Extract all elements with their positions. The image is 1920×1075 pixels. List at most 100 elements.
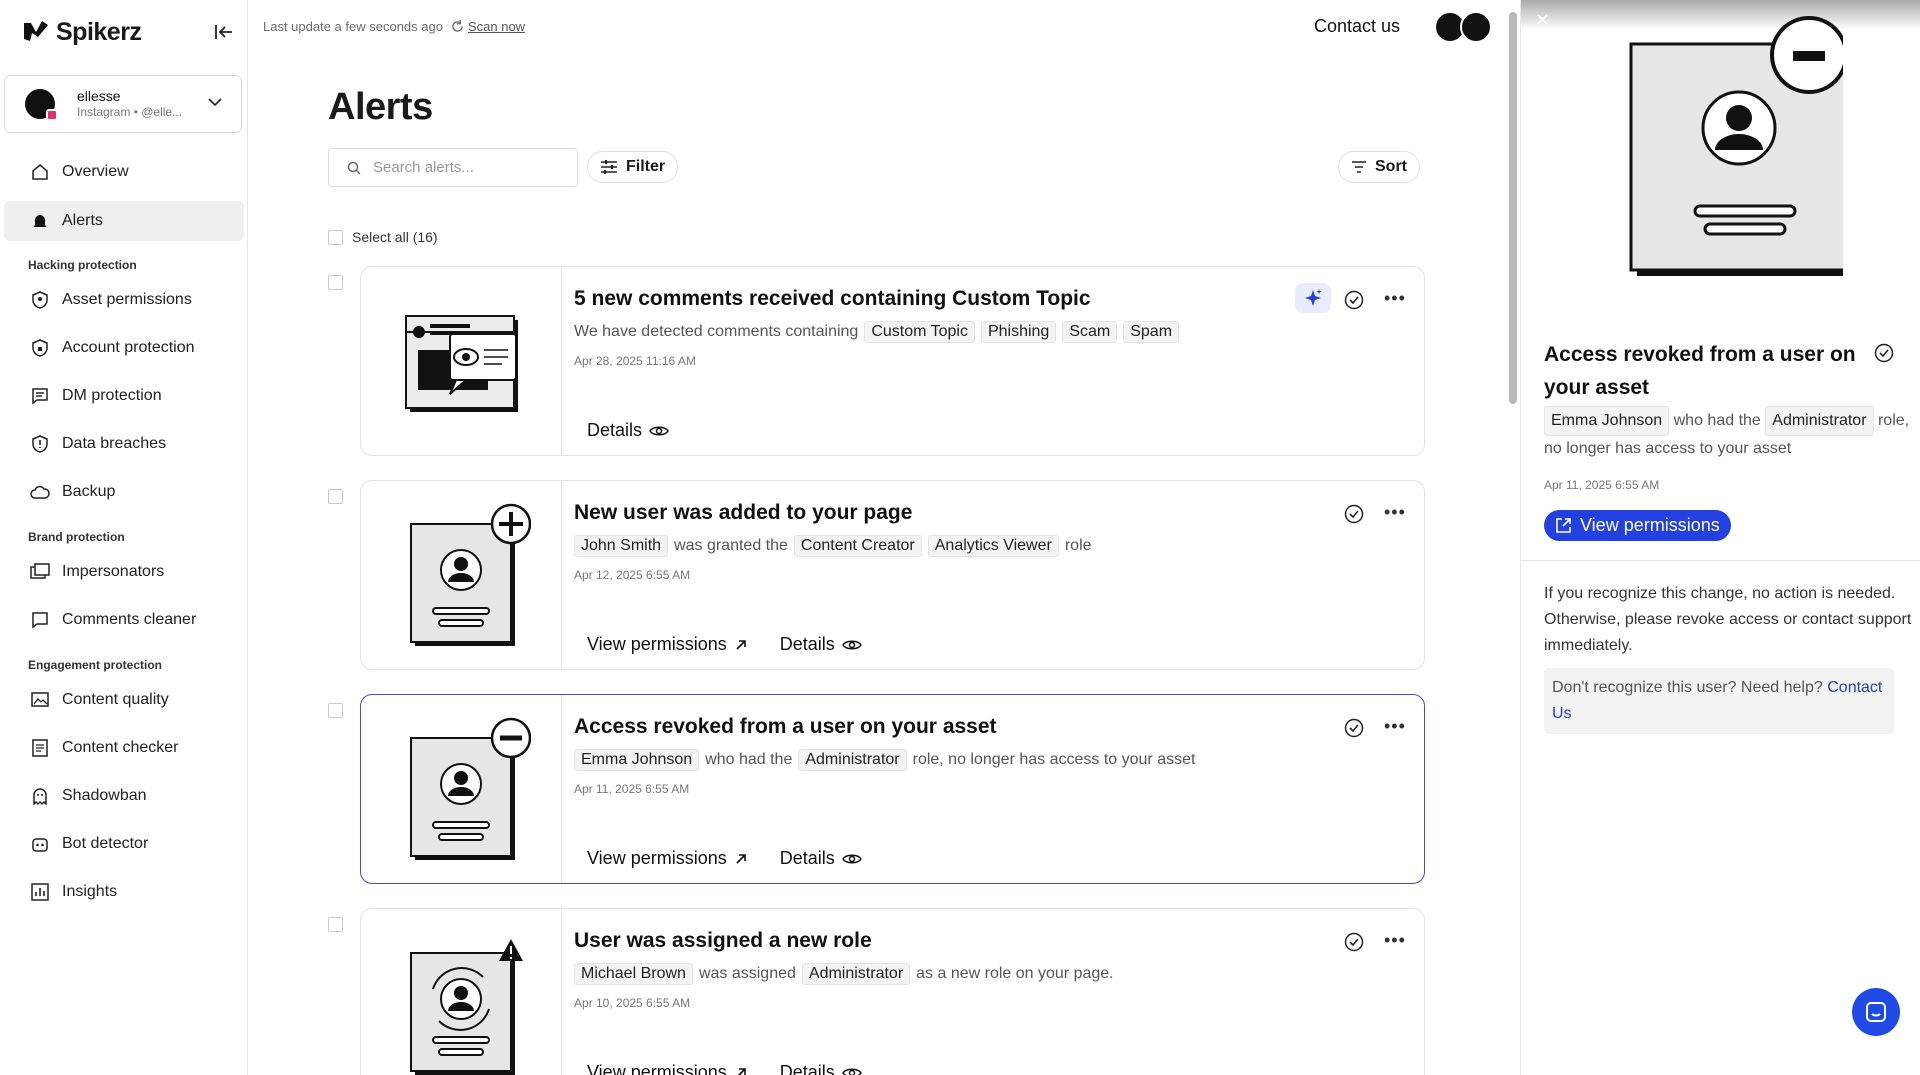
nav-overview[interactable]: Overview bbox=[4, 152, 244, 192]
view-permissions-link[interactable]: View permissions bbox=[587, 1062, 748, 1075]
panel-date: Apr 11, 2025 6:55 AM bbox=[1544, 478, 1660, 492]
nav-insights[interactable]: Insights bbox=[4, 872, 244, 912]
nav-bot-detector[interactable]: Bot detector bbox=[4, 824, 244, 864]
details-panel: ✕ Access revoked from a user on your ass… bbox=[1520, 0, 1920, 1075]
scrollbar-thumb[interactable] bbox=[1509, 12, 1517, 404]
alert-card-selected[interactable]: Access revoked from a user on your asset… bbox=[328, 694, 1425, 884]
sort-icon bbox=[1352, 161, 1366, 173]
mark-resolved-icon[interactable] bbox=[1344, 932, 1364, 952]
user-tag: Emma Johnson bbox=[574, 749, 700, 771]
bot-icon bbox=[30, 834, 50, 854]
alert-description: Emma Johnson who had the Administrator r… bbox=[574, 749, 1195, 771]
user-tag: John Smith bbox=[574, 535, 669, 557]
refresh-icon bbox=[452, 20, 463, 32]
image-icon bbox=[30, 690, 50, 710]
account-switcher[interactable]: ellesse Instagram • @elle... bbox=[4, 75, 242, 133]
sort-button[interactable]: Sort bbox=[1338, 151, 1420, 183]
page-title: Alerts bbox=[328, 86, 433, 128]
nav-shadowban[interactable]: Shadowban bbox=[4, 776, 244, 816]
nav-asset-permissions[interactable]: Asset permissions bbox=[4, 280, 244, 320]
panel-note: If you recognize this change, no action … bbox=[1544, 585, 1912, 654]
nav-alerts[interactable]: Alerts bbox=[4, 201, 244, 241]
row-checkbox[interactable] bbox=[328, 275, 343, 290]
nav-label: Overview bbox=[62, 163, 129, 180]
details-button[interactable]: Details bbox=[587, 420, 669, 441]
mark-resolved-icon[interactable] bbox=[1874, 343, 1894, 363]
home-icon bbox=[30, 162, 50, 182]
nav-account-protection[interactable]: Account protection bbox=[4, 328, 244, 368]
section-hacking-protection: Hacking protection bbox=[28, 258, 137, 272]
alert-actions: Details bbox=[587, 420, 669, 441]
view-permissions-link[interactable]: View permissions bbox=[587, 848, 748, 869]
alert-date: Apr 10, 2025 6:55 AM bbox=[574, 996, 691, 1010]
select-all[interactable]: Select all (16) bbox=[328, 229, 438, 245]
alert-card[interactable]: 5 new comments received containing Custo… bbox=[328, 266, 1425, 456]
mark-resolved-icon[interactable] bbox=[1344, 504, 1364, 524]
nav-content-checker[interactable]: Content checker bbox=[4, 728, 244, 768]
chevron-down-icon bbox=[208, 98, 222, 107]
account-avatars[interactable] bbox=[1434, 11, 1492, 43]
collapse-sidebar-icon[interactable] bbox=[212, 20, 236, 44]
chat-icon bbox=[1866, 1002, 1886, 1022]
nav-impersonators[interactable]: Impersonators bbox=[4, 552, 244, 592]
nav-content-quality[interactable]: Content quality bbox=[4, 680, 244, 720]
nav-label: Comments cleaner bbox=[62, 611, 197, 628]
nav-dm-protection[interactable]: DM protection bbox=[4, 376, 244, 416]
nav-comments-cleaner[interactable]: Comments cleaner bbox=[4, 600, 244, 640]
contact-us-link[interactable]: Contact us bbox=[1314, 16, 1400, 37]
more-options-icon[interactable]: ••• bbox=[1384, 288, 1406, 309]
details-button[interactable]: Details bbox=[780, 848, 862, 869]
mark-resolved-icon[interactable] bbox=[1344, 290, 1364, 310]
alert-text: as a new role on your page. bbox=[916, 965, 1114, 982]
details-button[interactable]: Details bbox=[780, 1062, 862, 1075]
access-revoked-illustration bbox=[361, 695, 562, 883]
close-icon[interactable]: ✕ bbox=[1535, 10, 1553, 30]
comment-clean-icon bbox=[30, 610, 50, 630]
user-added-illustration bbox=[361, 481, 562, 669]
document-check-icon bbox=[30, 738, 50, 758]
alert-title: User was assigned a new role bbox=[574, 929, 872, 952]
view-permissions-button[interactable]: View permissions bbox=[1544, 510, 1731, 541]
filter-button[interactable]: Filter bbox=[587, 151, 679, 183]
brand-logo[interactable]: Spikerz bbox=[22, 14, 142, 50]
nav-data-breaches[interactable]: Data breaches bbox=[4, 424, 244, 464]
ai-sparkle-button[interactable] bbox=[1295, 283, 1331, 313]
avatar bbox=[1460, 11, 1492, 43]
view-permissions-label: View permissions bbox=[587, 634, 727, 654]
nav-backup[interactable]: Backup bbox=[4, 472, 244, 512]
search-input[interactable] bbox=[373, 159, 563, 176]
more-options-icon[interactable]: ••• bbox=[1384, 716, 1406, 737]
shield-alert-icon bbox=[30, 434, 50, 454]
mark-resolved-icon[interactable] bbox=[1344, 718, 1364, 738]
tag: Phishing bbox=[980, 321, 1057, 343]
avatar bbox=[25, 89, 58, 121]
nav-label: Bot detector bbox=[62, 835, 149, 852]
row-checkbox[interactable] bbox=[328, 703, 343, 718]
details-label: Details bbox=[587, 420, 643, 440]
row-checkbox[interactable] bbox=[328, 917, 343, 932]
alert-card[interactable]: User was assigned a new role Michael Bro… bbox=[328, 908, 1425, 1075]
chat-support-button[interactable] bbox=[1852, 988, 1900, 1036]
message-icon bbox=[30, 386, 50, 406]
sort-label: Sort bbox=[1375, 158, 1407, 175]
alert-text: was granted the bbox=[674, 537, 788, 554]
alert-date: Apr 12, 2025 6:55 AM bbox=[574, 568, 691, 582]
role-tag: Administrator bbox=[801, 963, 911, 985]
alert-title: Access revoked from a user on your asset bbox=[574, 715, 997, 738]
alert-card[interactable]: New user was added to your page John Smi… bbox=[328, 480, 1425, 670]
details-label: Details bbox=[779, 848, 835, 868]
row-checkbox[interactable] bbox=[328, 489, 343, 504]
panel-description: Emma Johnson who had the Administrator r… bbox=[1544, 406, 1914, 462]
nav-label: Alerts bbox=[62, 212, 103, 229]
scan-now-link[interactable]: Scan now bbox=[451, 19, 525, 34]
instagram-icon bbox=[46, 109, 58, 121]
details-button[interactable]: Details bbox=[780, 634, 862, 655]
bar-chart-icon bbox=[30, 882, 50, 902]
sparkle-icon bbox=[1305, 289, 1322, 306]
more-options-icon[interactable]: ••• bbox=[1384, 930, 1406, 951]
select-all-checkbox[interactable] bbox=[328, 229, 343, 245]
view-permissions-link[interactable]: View permissions bbox=[587, 634, 748, 655]
details-label: Details bbox=[779, 1062, 835, 1075]
nav-label: Backup bbox=[62, 483, 116, 500]
more-options-icon[interactable]: ••• bbox=[1384, 502, 1406, 523]
